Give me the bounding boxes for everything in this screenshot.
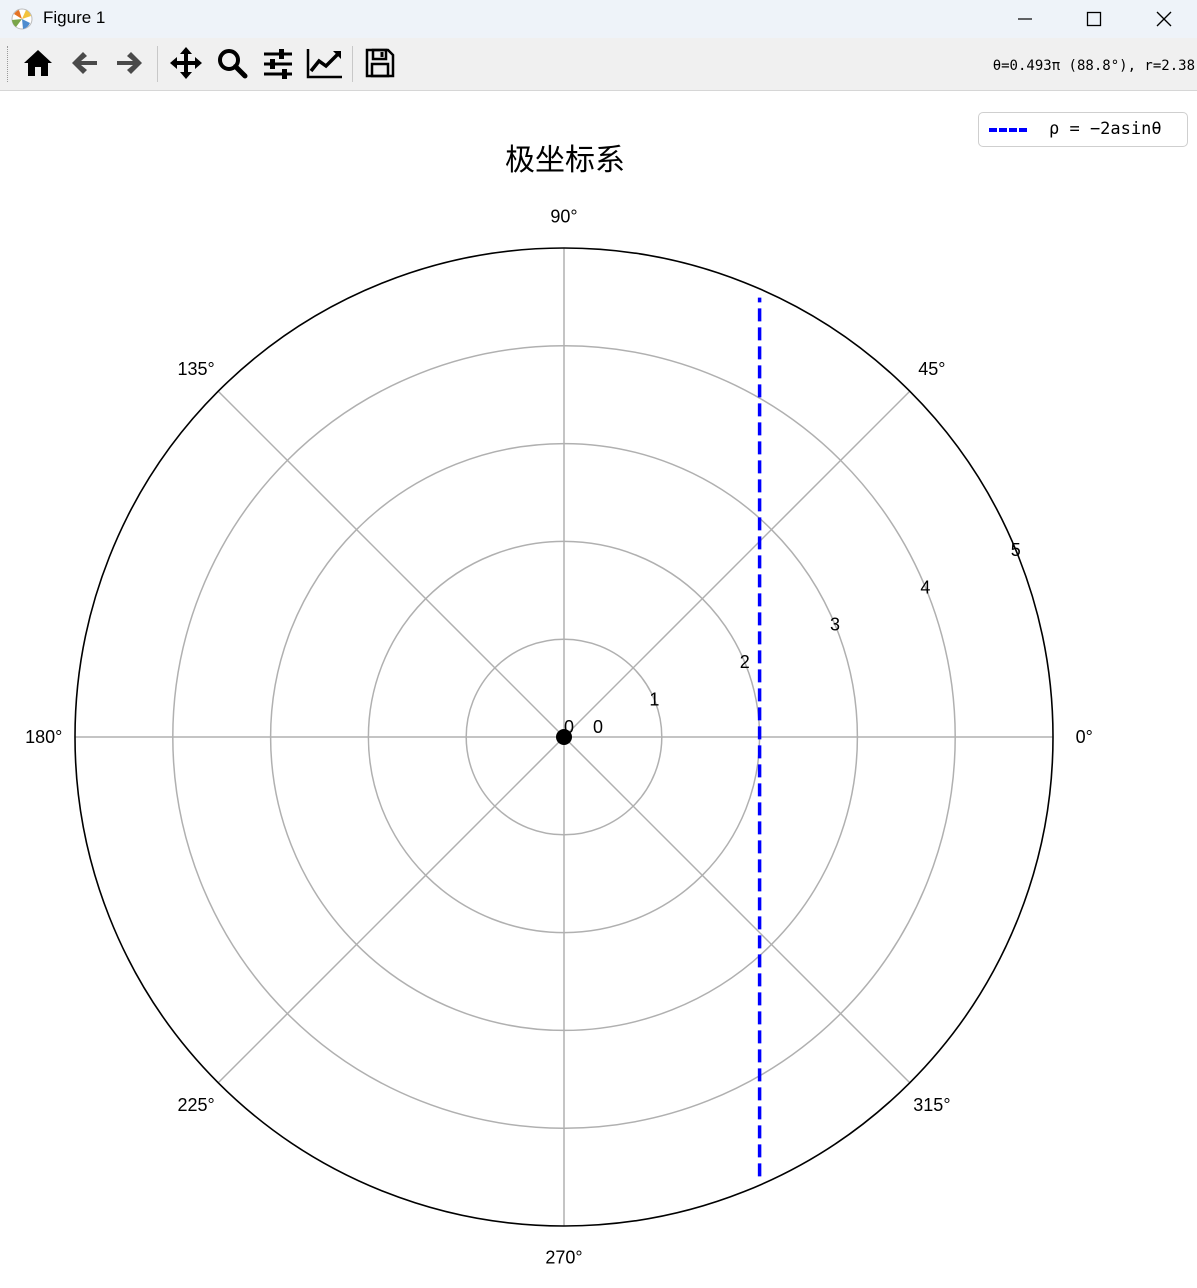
radial-tick-label: 5 [1011,540,1021,560]
window-title: Figure 1 [43,8,106,27]
pan-button[interactable] [166,43,206,83]
window-titlebar: Figure 1 [0,0,1197,38]
chart-title: 极坐标系 [505,143,625,178]
figure-canvas[interactable]: 0° 45° 90° 135° 180° 225° 270° 315° 0 1 2 3 4 5 0 极坐标系… [0,91,1197,1288]
cursor-coordinate-readout: θ=0.493π (88.8°), r=2.38 [992,58,1195,74]
navigation-toolbar: θ=0.493π (88.8°), r=2.38 [0,38,1197,91]
magnifier-icon [218,49,248,79]
radial-tick-label: 3 [830,615,840,635]
angular-gridline [563,390,911,738]
radial-tick-label: 2 [740,652,750,672]
move-icon [170,47,202,79]
save-button[interactable] [360,43,400,83]
toolbar-separator [157,46,158,82]
polar-axes[interactable]: 0° 45° 90° 135° 180° 225° 270° 315° 0 1 2 3 4 5 0 [0,91,1197,1288]
arrow-left-icon [72,52,97,74]
home-button[interactable] [18,43,58,83]
angle-tick-label: 270° [545,1247,582,1267]
angle-tick-label: 180° [25,727,62,747]
angular-gridline [217,736,565,1084]
angle-tick-label: 90° [550,207,577,227]
close-button[interactable] [1129,0,1197,38]
angular-gridline [217,390,565,738]
legend[interactable]: ρ = −2asinθ [978,112,1188,147]
origin-label: 0 [564,717,574,737]
back-button[interactable] [64,43,104,83]
configure-subplots-button[interactable] [258,43,298,83]
angle-tick-label: 0° [1076,727,1093,747]
arrow-right-icon [117,52,142,74]
home-icon [24,50,52,76]
angle-tick-label: 315° [913,1095,950,1115]
close-icon [1156,11,1172,27]
edit-axes-button[interactable] [305,43,345,83]
zoom-button[interactable] [212,43,252,83]
angle-tick-label: 135° [177,359,214,379]
radial-tick-label: 1 [649,690,659,710]
angular-gridline [563,736,911,1084]
floppy-disk-icon [365,48,395,78]
maximize-button[interactable] [1059,0,1129,38]
radial-tick-label: 4 [920,577,930,597]
forward-button[interactable] [110,43,150,83]
line-chart-icon [306,49,342,79]
legend-line-swatch [989,128,1027,132]
toolbar-separator [352,46,353,82]
angle-tick-label: 45° [918,359,945,379]
angle-tick-label: 225° [177,1095,214,1115]
minimize-button[interactable] [990,0,1060,38]
legend-label: ρ = −2asinθ [1049,119,1162,139]
minimize-icon [1018,18,1032,20]
maximize-icon [1086,11,1102,27]
radial-tick-label: 0 [593,717,603,737]
toolbar-grip [7,46,10,82]
matplotlib-logo-icon [10,7,34,31]
sliders-icon [264,49,292,79]
